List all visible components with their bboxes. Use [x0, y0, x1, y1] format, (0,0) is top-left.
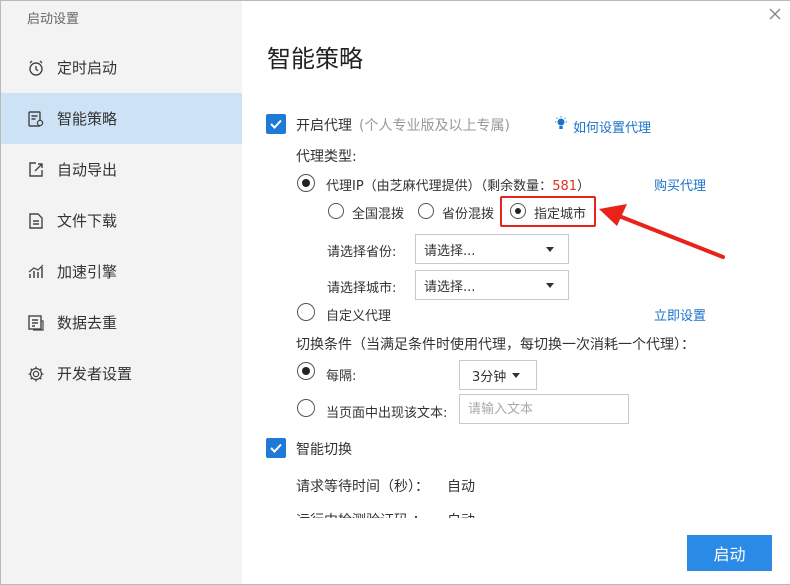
- smart-switch-label: 智能切换: [296, 442, 352, 458]
- caret-down-icon: [512, 373, 520, 378]
- sidebar-item-label: 智能策略: [57, 110, 118, 128]
- speed-chart-icon: [28, 264, 44, 278]
- sidebar-item-label: 开发者设置: [57, 365, 133, 383]
- main-panel: 智能策略 开启代理 (个人专业版及以上专属) 如何设置代理 代理类型: 代理IP…: [242, 1, 790, 584]
- sidebar: 启动设置 定时启动 智能策略 自动导出 文件下载 加速引擎 数据去重 开发者设置: [1, 1, 242, 584]
- custom-proxy-radio[interactable]: [297, 303, 315, 321]
- wait-time-label: 请求等待时间（秒）：: [296, 479, 429, 495]
- sidebar-item-developer-settings[interactable]: 开发者设置: [1, 348, 242, 399]
- scope-national-label: 全国混拨: [352, 207, 405, 222]
- strategy-icon: [28, 110, 44, 127]
- text-match-label: 当页面中出现该文本:: [326, 406, 448, 421]
- enable-proxy-label: 开启代理: [296, 118, 352, 134]
- export-icon: [29, 161, 43, 177]
- interval-select-value: 3分钟: [472, 369, 507, 385]
- interval-label: 每隔:: [326, 369, 357, 384]
- custom-proxy-label: 自定义代理: [326, 309, 392, 324]
- province-label: 请选择省份:: [327, 245, 397, 260]
- annotation-highlight-box: [500, 196, 596, 227]
- settings-window: 启动设置 定时启动 智能策略 自动导出 文件下载 加速引擎 数据去重 开发者设置…: [0, 0, 790, 585]
- city-label: 请选择城市:: [327, 281, 397, 296]
- captcha-row-clip: 运行中检测验证码 ： 自动: [242, 505, 790, 518]
- text-match-radio[interactable]: [297, 399, 315, 417]
- close-icon[interactable]: [766, 5, 784, 23]
- scope-province-label: 省份混拨: [442, 207, 495, 222]
- caret-down-icon: [546, 283, 554, 288]
- province-select[interactable]: 请选择...: [415, 234, 569, 264]
- page-title: 智能策略: [267, 45, 363, 73]
- sidebar-item-timed-start[interactable]: 定时启动: [1, 42, 242, 93]
- sidebar-item-dedupe[interactable]: 数据去重: [1, 297, 242, 348]
- sidebar-item-label: 自动导出: [57, 161, 118, 179]
- scope-national-radio[interactable]: [328, 203, 344, 219]
- text-match-input[interactable]: [459, 394, 629, 424]
- start-button[interactable]: 启动: [687, 535, 772, 571]
- captcha-check-value[interactable]: 自动: [447, 510, 475, 518]
- proxy-ip-option: 代理IP（由芝麻代理提供）（剩余数量：581）: [326, 179, 591, 194]
- city-select[interactable]: 请选择...: [415, 270, 569, 300]
- buy-proxy-link[interactable]: 购买代理: [654, 175, 706, 194]
- sidebar-item-file-download[interactable]: 文件下载: [1, 195, 242, 246]
- interval-radio[interactable]: [297, 362, 315, 380]
- checkmark-icon: [270, 119, 282, 129]
- caret-down-icon: [546, 247, 554, 252]
- window-title: 启动设置: [27, 12, 80, 27]
- proxy-ip-radio[interactable]: [297, 174, 315, 192]
- lightbulb-icon: [555, 116, 567, 129]
- checkmark-icon: [270, 443, 282, 453]
- remaining-count: 581: [552, 179, 578, 194]
- file-download-icon: [29, 212, 43, 229]
- sidebar-item-auto-export[interactable]: 自动导出: [1, 144, 242, 195]
- sidebar-item-speed-engine[interactable]: 加速引擎: [1, 246, 242, 297]
- proxy-type-label: 代理类型:: [296, 149, 357, 165]
- wait-time-value[interactable]: 自动: [447, 476, 475, 496]
- enable-proxy-checkbox[interactable]: [266, 114, 286, 134]
- switch-condition-label: 切换条件（当满足条件时使用代理，每切换一次消耗一个代理）：: [296, 337, 695, 353]
- sidebar-item-label: 加速引擎: [57, 263, 118, 281]
- setup-now-link[interactable]: 立即设置: [654, 305, 706, 324]
- gear-icon: [28, 366, 44, 381]
- interval-select[interactable]: 3分钟: [459, 360, 537, 390]
- sidebar-item-label: 数据去重: [57, 314, 118, 332]
- scope-province-radio[interactable]: [418, 203, 434, 219]
- enable-proxy-note: (个人专业版及以上专属): [359, 118, 510, 134]
- captcha-check-label: 运行中检测验证码 ：: [296, 510, 426, 518]
- dedupe-icon: [28, 314, 44, 331]
- sidebar-item-smart-strategy[interactable]: 智能策略: [1, 93, 242, 144]
- how-to-setup-proxy-link[interactable]: 如何设置代理: [573, 117, 651, 136]
- sidebar-item-label: 文件下载: [57, 212, 118, 230]
- province-select-value: 请选择...: [424, 243, 476, 259]
- alarm-clock-icon: [29, 60, 43, 76]
- sidebar-item-label: 定时启动: [57, 59, 118, 77]
- city-select-value: 请选择...: [424, 279, 476, 295]
- annotation-arrow-icon: [599, 204, 725, 259]
- smart-switch-checkbox[interactable]: [266, 438, 286, 458]
